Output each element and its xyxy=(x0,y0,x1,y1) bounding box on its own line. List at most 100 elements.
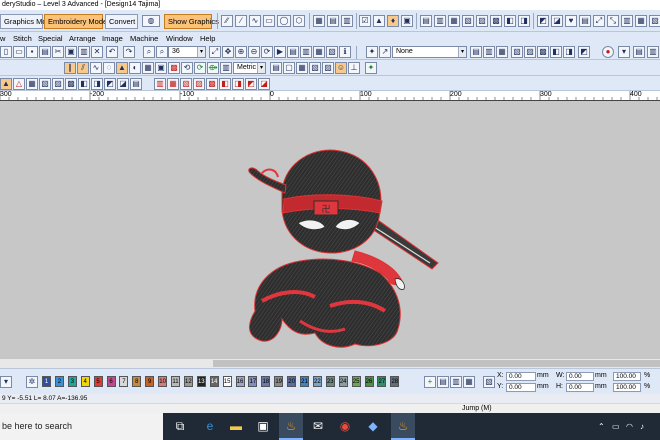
tie-icon[interactable]: ⊥ xyxy=(348,62,360,74)
chevron-down-icon[interactable]: ▾ xyxy=(618,46,630,58)
pan-icon[interactable]: ✥ xyxy=(222,46,234,58)
checkbox-icon[interactable]: ☑ xyxy=(359,15,371,27)
scrollbar-thumb[interactable] xyxy=(213,360,660,367)
app-icon[interactable]: ◆ xyxy=(361,413,385,440)
copy-icon[interactable]: ▣ xyxy=(65,46,77,58)
tool-d-icon[interactable]: ▧ xyxy=(511,46,523,58)
none-combo[interactable]: None ▾ xyxy=(392,46,467,58)
stitch-type-b-icon[interactable]: ▦ xyxy=(167,78,179,90)
group-icon[interactable]: ▦ xyxy=(448,15,460,27)
x-input[interactable]: 0.00 xyxy=(506,372,536,381)
scale-icon[interactable]: ⤡ xyxy=(607,15,619,27)
show-graphics-button[interactable]: Show Graphics xyxy=(164,14,219,29)
color-swatch[interactable]: 23 xyxy=(325,376,335,387)
width-percent-input[interactable]: 100.00 xyxy=(613,372,641,381)
color-swatch[interactable]: 10 xyxy=(158,376,168,387)
h-input[interactable]: 0.00 xyxy=(566,383,594,392)
ninja-design[interactable]: 卍 xyxy=(0,101,660,359)
zoom-window-icon[interactable]: ⌕ xyxy=(156,46,168,58)
stitch-type-f-icon[interactable]: ◧ xyxy=(219,78,231,90)
color-swatch[interactable]: 27 xyxy=(377,376,387,387)
triangle-icon[interactable]: △ xyxy=(13,78,25,90)
color-swatch[interactable]: 3 xyxy=(67,376,77,387)
color-swatch[interactable]: 18 xyxy=(261,376,271,387)
zoom-in-icon[interactable]: ⊕ xyxy=(235,46,247,58)
grid-toggle-icon[interactable]: ▦ xyxy=(142,62,154,74)
w-input[interactable]: 0.00 xyxy=(566,372,594,381)
tray-up-icon[interactable]: ⌃ xyxy=(598,413,605,440)
delete-icon[interactable]: ✕ xyxy=(91,46,103,58)
color-swatch[interactable]: 7 xyxy=(119,376,129,387)
pull-icon[interactable]: ▨ xyxy=(322,62,334,74)
rotate-view-icon[interactable]: ⟲ xyxy=(181,62,193,74)
horizontal-scrollbar[interactable] xyxy=(0,359,660,368)
stitch-type-c-icon[interactable]: ▧ xyxy=(180,78,192,90)
mirror-icon[interactable]: ▩ xyxy=(490,15,502,27)
split-icon[interactable]: ▥ xyxy=(621,15,633,27)
rotate-icon[interactable]: ◨ xyxy=(518,15,530,27)
select-icon[interactable]: ▲ xyxy=(116,62,128,74)
paste-icon[interactable]: ▥ xyxy=(78,46,90,58)
zoom-out-icon[interactable]: ⊖ xyxy=(248,46,260,58)
color-swatch[interactable]: 15 xyxy=(222,376,232,387)
split-object-icon[interactable]: ▩ xyxy=(65,78,77,90)
outline-icon[interactable]: ◩ xyxy=(104,78,116,90)
ungroup-icon[interactable]: ▧ xyxy=(462,15,474,27)
menu-stitch[interactable]: Stitch xyxy=(13,33,32,44)
menu-image[interactable]: Image xyxy=(102,33,123,44)
color-swatch[interactable]: 4 xyxy=(80,376,90,387)
graphics-mode-button[interactable]: Graphics Mode xyxy=(0,14,55,29)
record-icon[interactable]: ● xyxy=(602,46,614,58)
optimize-icon[interactable]: ✦ xyxy=(365,62,377,74)
undo-icon[interactable]: ↶ xyxy=(106,46,118,58)
rectangle-icon[interactable]: ▭ xyxy=(263,15,275,27)
color-swatch[interactable]: 6 xyxy=(106,376,116,387)
menu-view[interactable]: w xyxy=(0,33,5,44)
color-tool-d-icon[interactable]: ▧ xyxy=(483,376,495,388)
embroidery-app-icon-2[interactable]: ♨ xyxy=(391,413,415,440)
polygon-icon[interactable]: ⬡ xyxy=(293,15,305,27)
color-swatch[interactable]: 26 xyxy=(364,376,374,387)
reshape-icon[interactable]: ◐ xyxy=(129,62,141,74)
layout-icon[interactable]: ▤ xyxy=(579,15,591,27)
weld-icon[interactable]: ▤ xyxy=(130,78,142,90)
pointer-icon[interactable]: ▲ xyxy=(373,15,385,27)
run-icon[interactable]: ∿ xyxy=(90,62,102,74)
taskbar-search[interactable]: be here to search xyxy=(0,413,163,440)
chrome-icon[interactable]: ◉ xyxy=(333,413,357,440)
hoop-icon[interactable]: ▢ xyxy=(283,62,295,74)
color-swatch[interactable]: 22 xyxy=(312,376,322,387)
point-icon[interactable]: ▧ xyxy=(39,78,51,90)
color-swatch[interactable]: 8 xyxy=(132,376,142,387)
task-view-icon[interactable]: ⧉ xyxy=(168,413,192,440)
density-icon[interactable]: ▦ xyxy=(296,62,308,74)
stitch-list-icon[interactable]: ▤ xyxy=(287,46,299,58)
print-icon[interactable]: ▤ xyxy=(39,46,51,58)
stitch-type-h-icon[interactable]: ◩ xyxy=(245,78,257,90)
order-icon[interactable]: ◪ xyxy=(551,15,563,27)
combine-icon[interactable]: ◨ xyxy=(91,78,103,90)
units-combo[interactable]: Metric ▾ xyxy=(233,62,266,74)
arrange-icon[interactable]: ◩ xyxy=(537,15,549,27)
open-folder-icon[interactable]: ▭ xyxy=(13,46,25,58)
underlay-icon[interactable]: ▧ xyxy=(309,62,321,74)
zoom-combo[interactable]: 36 ▾ xyxy=(168,46,206,58)
image-icon[interactable]: ▩ xyxy=(168,62,180,74)
color-swatch[interactable]: 16 xyxy=(235,376,245,387)
measure-icon[interactable]: ⤢ xyxy=(209,46,221,58)
menu-arrange[interactable]: Arrange xyxy=(69,33,96,44)
more-icon[interactable]: ▧ xyxy=(649,15,660,27)
tool-e-icon[interactable]: ▨ xyxy=(524,46,536,58)
color-swatch[interactable]: 24 xyxy=(338,376,348,387)
volume-icon[interactable]: ♪ xyxy=(640,413,644,440)
resize-icon[interactable]: ⤢ xyxy=(593,15,605,27)
height-percent-input[interactable]: 100.00 xyxy=(613,383,641,392)
stitch-type-i-icon[interactable]: ◪ xyxy=(258,78,270,90)
color-swatch[interactable]: 12 xyxy=(183,376,193,387)
color-chip-icon[interactable]: ▣ xyxy=(401,15,413,27)
color-swatch[interactable]: 19 xyxy=(274,376,284,387)
menu-special[interactable]: Special xyxy=(38,33,63,44)
grid-icon[interactable]: ▦ xyxy=(313,15,325,27)
menu-window[interactable]: Window xyxy=(166,33,193,44)
bulb-icon[interactable]: ♦ xyxy=(387,15,399,27)
